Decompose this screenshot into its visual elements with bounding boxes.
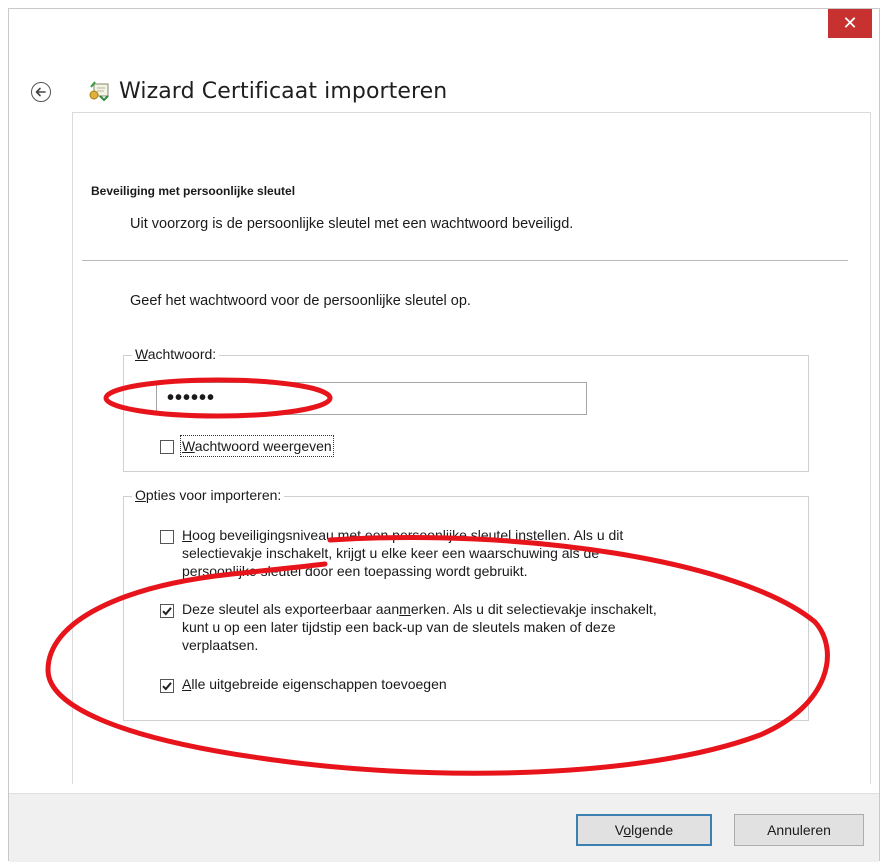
close-icon[interactable]: ✕ (842, 13, 857, 33)
certificate-icon (89, 81, 109, 102)
extended-properties-rest: lle uitgebreide eigenschappen toevoegen (191, 676, 447, 692)
password-label-mnemonic: W (135, 346, 148, 362)
exportable-key-line1-post: erken. Als u dit selectievakje inschakel… (410, 601, 657, 617)
footer-bar: Volgende Annuleren (9, 793, 879, 862)
exportable-key-line3: verplaatsen. (182, 637, 259, 653)
exportable-key-line1: Deze sleutel als exporteerbaar aanmerken… (182, 600, 657, 618)
password-field[interactable]: •••••• (156, 382, 587, 415)
extended-properties-label[interactable]: Alle uitgebreide eigenschappen toevoegen (182, 675, 447, 693)
password-group-label: Wachtwoord: (132, 346, 220, 362)
exportable-key-mnemonic: m (399, 601, 411, 617)
extended-properties-mnemonic: A (182, 676, 192, 692)
next-button-label-mnemonic: o (623, 822, 632, 838)
options-label-mnemonic: O (135, 487, 146, 503)
exportable-key-line2: kunt u op een later tijdstip een back-up… (182, 619, 616, 635)
exportable-key-line1-pre: Deze sleutel als exporteerbaar aan (182, 601, 400, 617)
wizard-title: Wizard Certificaat importeren (119, 79, 448, 104)
show-password-mnemonic: W (182, 438, 195, 454)
next-button[interactable]: Volgende (576, 814, 712, 846)
checkmark-icon (162, 682, 172, 691)
cancel-button[interactable]: Annuleren (734, 814, 864, 846)
exportable-key-label[interactable]: Deze sleutel als exporteerbaar aanmerken… (182, 600, 657, 654)
section-heading: Beveiliging met persoonlijke sleutel (91, 184, 296, 198)
show-password-checkbox[interactable] (160, 440, 174, 454)
high-security-line1: Hoog beveiligingsniveau met een persoonl… (182, 526, 623, 544)
high-security-line3: persoonlijke sleutel door een toepassing… (182, 563, 528, 579)
exportable-key-checkbox[interactable] (160, 604, 174, 618)
title-bar: ✕ (9, 9, 879, 39)
divider (82, 260, 848, 261)
show-password-label[interactable]: Wachtwoord weergeven (180, 435, 334, 457)
high-security-line1-rest: oog beveiligingsniveau met een persoonli… (192, 527, 624, 543)
checkmark-icon (162, 607, 172, 616)
password-prompt: Geef het wachtwoord voor de persoonlijke… (130, 293, 471, 309)
import-options-group-label: Opties voor importeren: (132, 487, 285, 503)
password-label-rest: achtwoord: (147, 346, 217, 362)
back-arrow-icon[interactable] (31, 82, 51, 102)
options-label-rest: pties voor importeren: (145, 487, 282, 503)
cancel-button-label: Annuleren (767, 822, 831, 838)
close-button[interactable]: ✕ (828, 9, 872, 38)
show-password-rest: achtwoord weergeven (194, 438, 332, 454)
high-security-label[interactable]: Hoog beveiligingsniveau met een persoonl… (182, 526, 623, 580)
high-security-line2: selectievakje inschakelt, krijgt u elke … (182, 545, 600, 561)
section-description: Uit voorzorg is de persoonlijke sleutel … (130, 216, 574, 232)
next-button-label-post: lgende (631, 822, 674, 838)
extended-properties-checkbox[interactable] (160, 679, 174, 693)
high-security-checkbox[interactable] (160, 530, 174, 544)
high-security-mnemonic: H (182, 527, 193, 543)
